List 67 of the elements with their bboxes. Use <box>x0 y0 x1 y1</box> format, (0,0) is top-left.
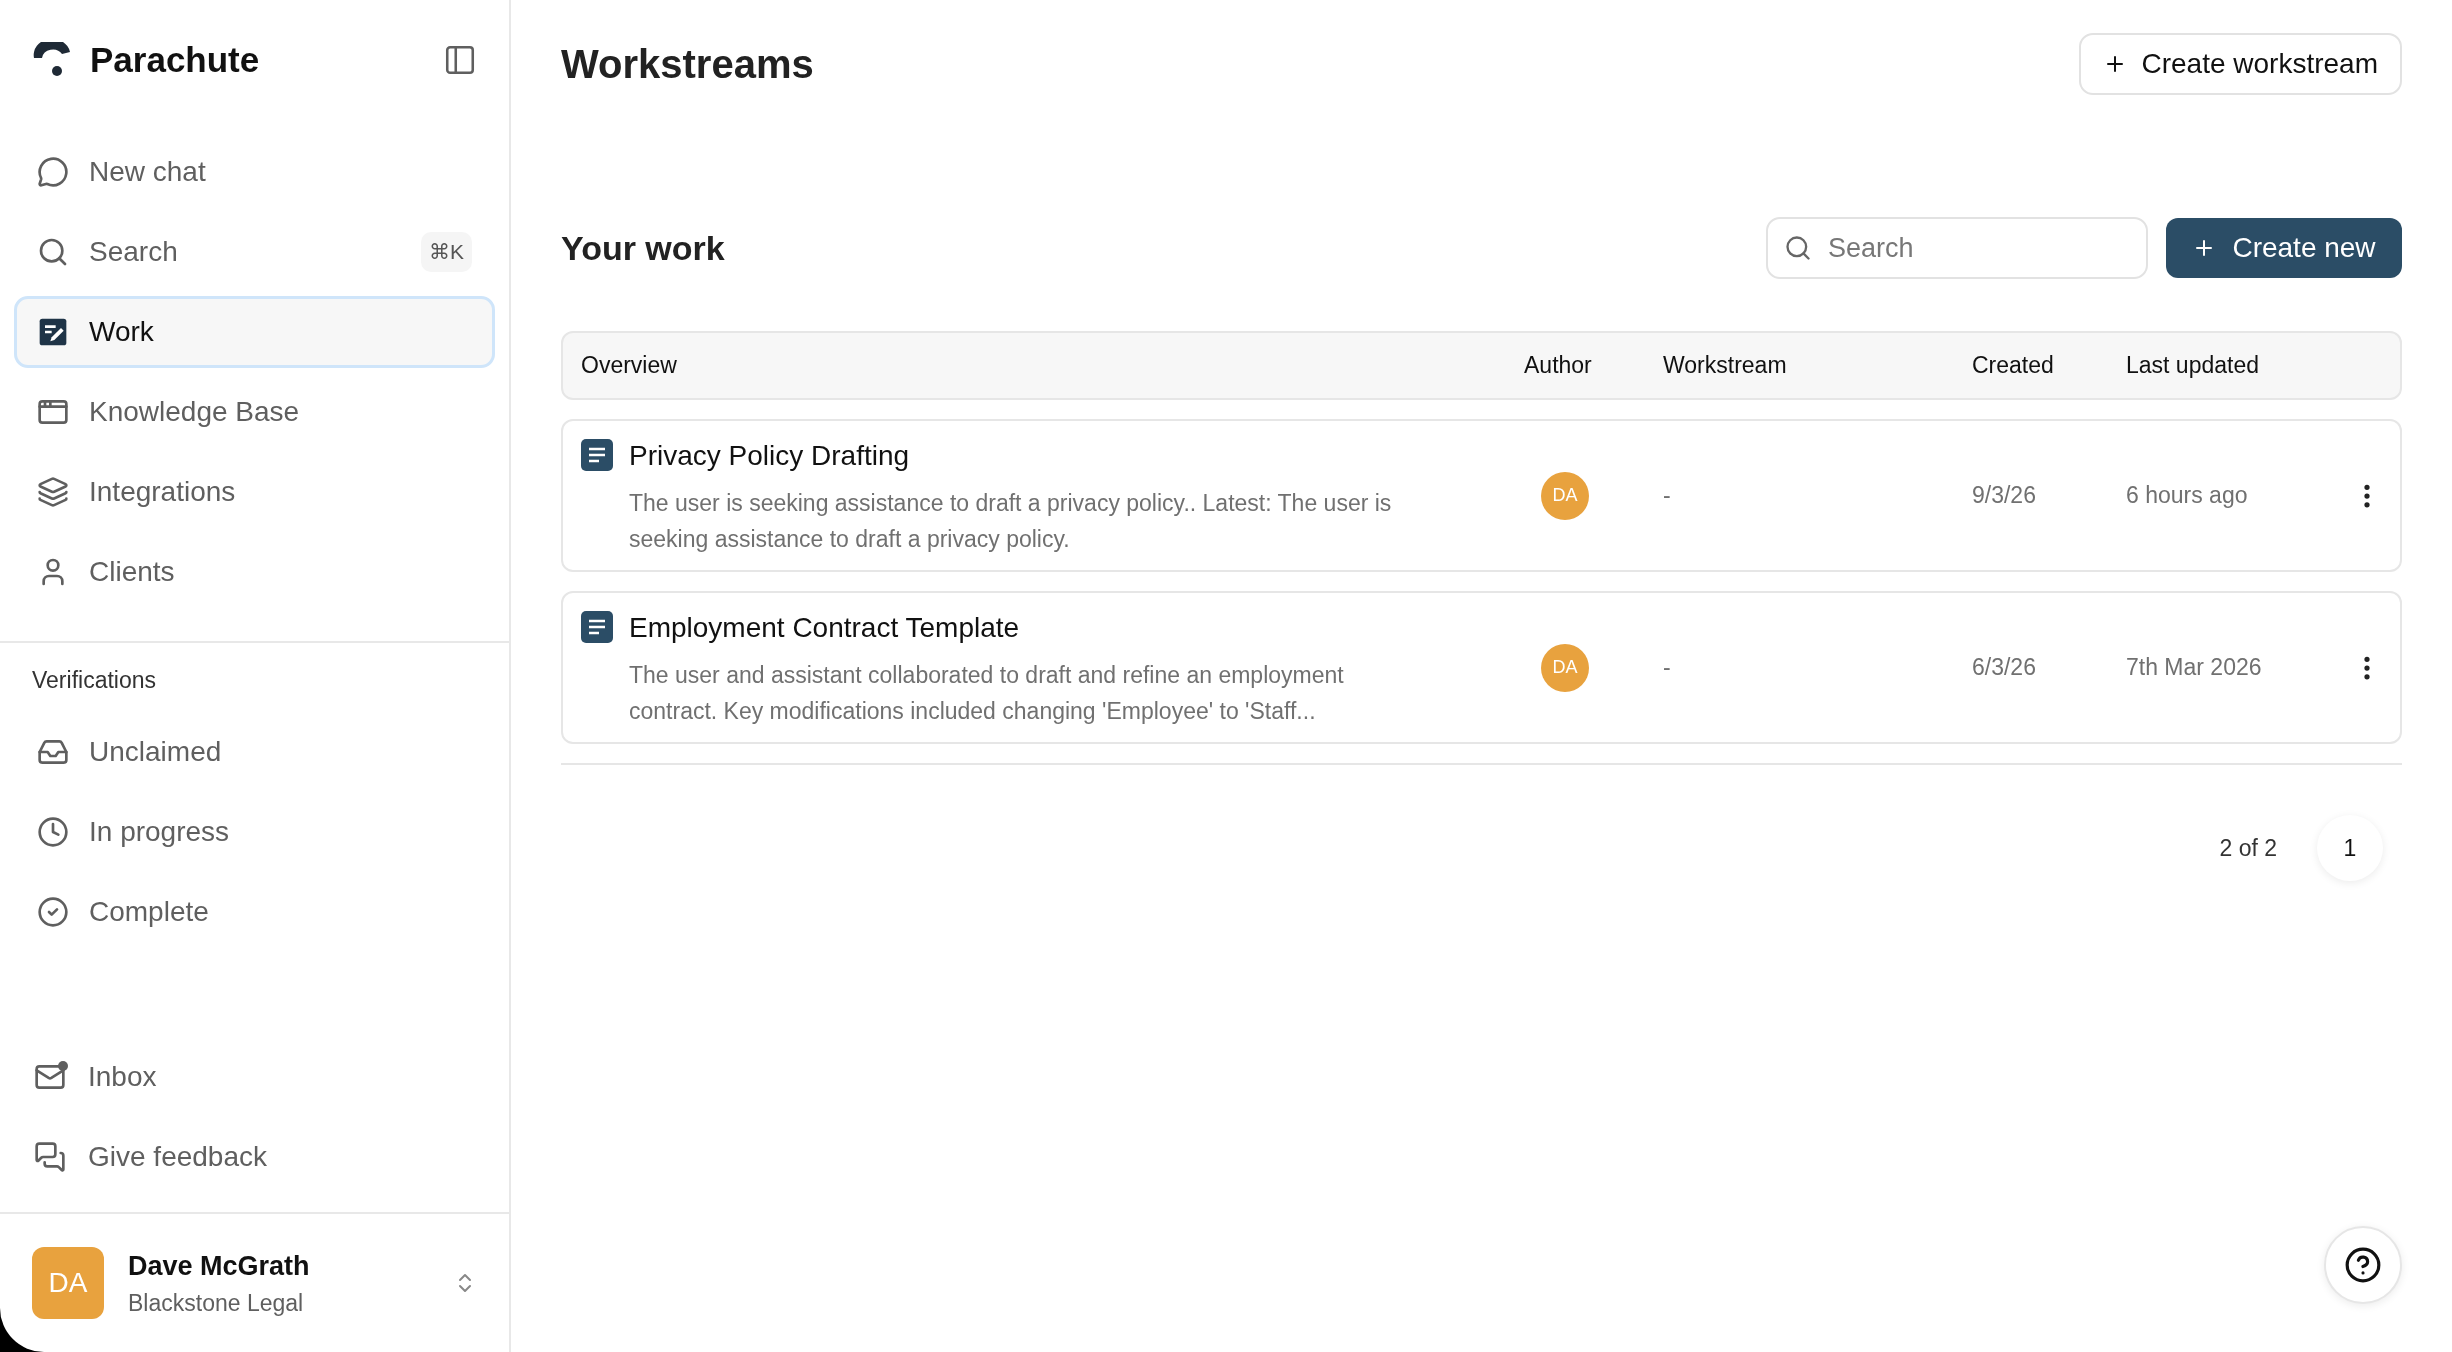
search-icon <box>37 236 69 268</box>
column-header: Workstream <box>1663 351 1788 381</box>
check-circle-icon <box>37 895 69 928</box>
sidebar-item[interactable]: Complete <box>14 875 495 948</box>
sidebar-item[interactable]: Inbox <box>14 1041 495 1113</box>
organization-name: Blackstone Legal <box>128 1289 305 1318</box>
layers-icon <box>37 476 69 508</box>
work-description: The user and assistant collaborated to draft and refine an employment contract. Key modifications included changing 'Employee' to 'Staff... <box>629 660 1345 726</box>
logo-icon <box>32 42 72 78</box>
sidebar-item-label: Search <box>89 235 179 269</box>
column-header: Last updated <box>2126 351 2260 381</box>
shortcut-hint: ⌘K <box>421 232 472 272</box>
created-date: 6/3/26 <box>1972 653 2036 683</box>
page-title: Workstreams <box>561 41 814 88</box>
document-icon <box>581 438 613 471</box>
last-updated: 7th Mar 2026 <box>2126 653 2262 683</box>
column-header: Overview <box>581 351 678 381</box>
sidebar-item[interactable]: Integrations <box>14 456 495 528</box>
sidebar-item-label: Integrations <box>89 475 237 509</box>
sidebar-item[interactable]: Search ⌘K <box>14 216 495 288</box>
work-row[interactable]: Privacy Policy Drafting The user is seeking assistance to draft a privacy policy.. Latest: The user is seeking assistance to draft a privacy policy. DA - 9/3/26 6 hours ago <box>561 419 2402 572</box>
page-button[interactable]: 1 <box>2317 815 2383 881</box>
sidebar-item-label: Unclaimed <box>89 734 223 769</box>
sidebar-item[interactable]: Knowledge Base <box>14 376 495 448</box>
section-label: Verifications <box>32 667 156 693</box>
sidebar-item[interactable]: New chat <box>14 136 495 208</box>
sidebar-item-label: New chat <box>89 155 207 189</box>
brand-name: Parachute <box>90 38 260 81</box>
sidebar-item-label: Complete <box>89 894 210 929</box>
create-workstream-button[interactable]: Create workstream <box>2079 33 2402 95</box>
sidebar-item[interactable]: Work <box>14 296 495 368</box>
sidebar-item-label: Give feedback <box>88 1140 267 1174</box>
page-summary: 2 of 2 <box>2219 833 2277 863</box>
sidebar-item[interactable]: Give feedback <box>14 1121 495 1193</box>
chat-bubble-icon <box>37 156 69 188</box>
search-icon <box>1784 234 1812 262</box>
author-avatar: DA <box>1541 643 1589 692</box>
work-description: The user is seeking assistance to draft a privacy policy.. Latest: The user is seeking assistance to draft a privacy policy. <box>629 488 1393 554</box>
sidebar-item-label: Knowledge Base <box>89 395 301 429</box>
workstream-cell-text: - <box>1663 653 1671 683</box>
sidebar-toggle-icon[interactable] <box>443 43 477 77</box>
work-row[interactable]: Employment Contract Template The user and assistant collaborated to draft and refine an employment contract. Key modifications included changing 'Employee' to 'Staff... DA - 6/3/26 7th Mar 2026 <box>561 591 2402 744</box>
account-switcher[interactable]: DA Dave McGrath Blackstone Legal <box>0 1212 509 1352</box>
user-name: Dave McGrath <box>128 1249 311 1283</box>
sidebar-item-label: Inbox <box>88 1060 157 1094</box>
clock-icon <box>37 815 69 848</box>
work-title: Employment Contract Template <box>629 610 1021 645</box>
sidebar-item-label: Clients <box>89 555 176 589</box>
help-icon <box>2344 1246 2382 1284</box>
search-field[interactable]: Search <box>1766 217 2148 279</box>
sidebar-item[interactable]: Unclaimed <box>14 715 495 788</box>
created-date: 9/3/26 <box>1972 481 2036 511</box>
last-updated: 6 hours ago <box>2126 481 2248 511</box>
sidebar-item[interactable]: In progress <box>14 795 495 868</box>
column-header: Created <box>1972 351 2055 381</box>
document-icon <box>581 610 613 643</box>
sidebar-item-label: In progress <box>89 814 231 849</box>
author-avatar: DA <box>1541 471 1589 520</box>
workstream-cell-text: - <box>1663 481 1671 511</box>
edit-note-icon <box>37 316 69 348</box>
sidebar-item[interactable]: Clients <box>14 536 495 608</box>
work-title: Privacy Policy Drafting <box>629 438 911 473</box>
column-header: Author <box>1524 351 1593 381</box>
create-new-button[interactable]: Create new <box>2166 218 2402 278</box>
section-title: Your work <box>561 227 725 269</box>
sidebar-item-label: Work <box>89 315 155 349</box>
user-avatar: DA <box>32 1247 104 1319</box>
